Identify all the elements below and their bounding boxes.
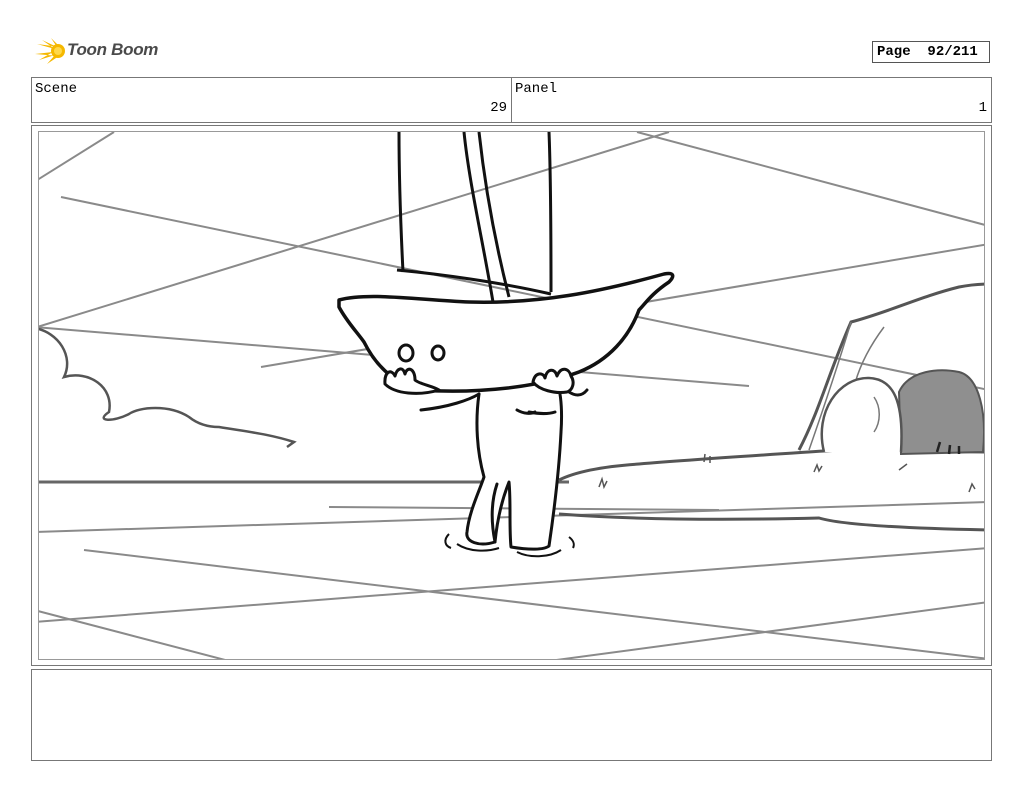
scene-label: Scene (35, 81, 78, 97)
comet-icon (35, 38, 65, 64)
page-label: Page (877, 44, 911, 60)
storyboard-sketch (39, 132, 984, 659)
logo-text: Toon Boom (67, 40, 159, 59)
shore-bottom (558, 512, 984, 532)
scene-number: 29 (490, 100, 507, 116)
page-number: 92/211 (927, 44, 978, 60)
grass-tufts (598, 453, 976, 493)
boat-mast (396, 132, 553, 303)
character-body (419, 380, 589, 551)
boat-porthole-left (397, 343, 415, 363)
panel-notes-area (31, 669, 992, 761)
toon-boom-logo: Toon Boom (33, 36, 163, 68)
panel-number: 1 (978, 100, 987, 116)
cave-opening (897, 369, 984, 456)
storyboard-drawing-area (38, 131, 985, 660)
storyboard-panel-frame (31, 125, 992, 666)
boat-porthole-right (430, 344, 446, 362)
page-indicator: Page 92/211 (872, 41, 990, 63)
panel-label: Panel (515, 81, 558, 97)
scene-cell: Scene 29 (32, 78, 512, 122)
scene-panel-header: Scene 29 Panel 1 (31, 77, 992, 123)
boulder (820, 376, 903, 453)
panel-cell: Panel 1 (512, 78, 991, 122)
